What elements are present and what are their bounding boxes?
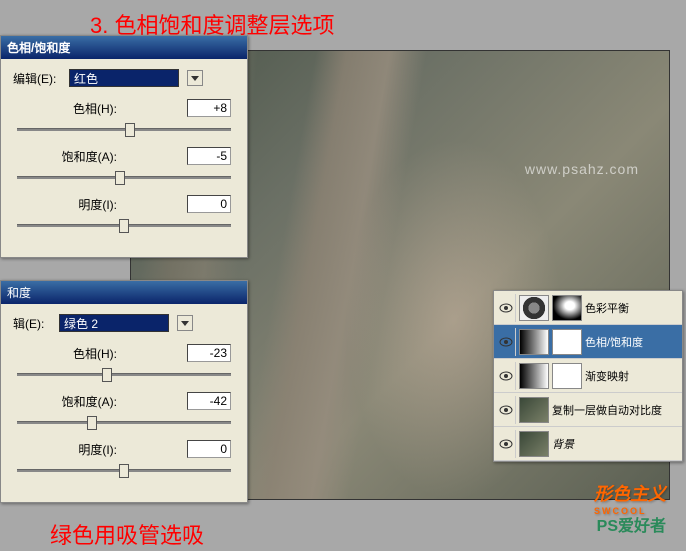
- saturation-input[interactable]: [187, 392, 231, 410]
- layer-thumbnail: [519, 329, 549, 355]
- dialog-title-partial: 和度: [1, 281, 247, 304]
- layer-row[interactable]: 色彩平衡: [494, 291, 682, 325]
- layer-thumbnail: [519, 363, 549, 389]
- hue-sat-dialog-green: 和度 辑(E): 绿色 2 色相(H): 饱和度(A): 明度(I):: [0, 280, 248, 503]
- chevron-down-icon[interactable]: [187, 70, 203, 86]
- lightness-input[interactable]: [187, 440, 231, 458]
- mask-thumbnail: [552, 295, 582, 321]
- channel-select[interactable]: 红色: [69, 69, 179, 87]
- mask-thumbnail: [552, 329, 582, 355]
- channel-select[interactable]: 绿色 2: [59, 314, 169, 332]
- watermark-site: PS爱好者: [597, 512, 666, 536]
- visibility-icon[interactable]: [496, 396, 516, 424]
- lightness-label: 明度(I):: [17, 196, 117, 213]
- hue-input[interactable]: [187, 99, 231, 117]
- saturation-label: 饱和度(A):: [17, 148, 117, 165]
- saturation-slider[interactable]: [17, 169, 231, 185]
- lightness-slider[interactable]: [17, 462, 231, 478]
- watermark-url: www.psahz.com: [525, 161, 639, 177]
- layer-name: 色彩平衡: [585, 300, 680, 316]
- lightness-label: 明度(I):: [17, 441, 117, 458]
- layer-name: 背景: [552, 436, 680, 452]
- edit-label: 编辑(E):: [13, 70, 63, 87]
- hue-slider[interactable]: [17, 366, 231, 382]
- layer-name: 复制一层做自动对比度: [552, 402, 680, 418]
- watermark-brand: 形色主义 SWCOOL: [594, 480, 666, 516]
- dialog-title: 色相/饱和度: [1, 36, 247, 59]
- lightness-slider[interactable]: [17, 217, 231, 233]
- hue-label: 色相(H):: [17, 100, 117, 117]
- saturation-input[interactable]: [187, 147, 231, 165]
- layer-row[interactable]: 色相/饱和度: [494, 325, 682, 359]
- hue-slider[interactable]: [17, 121, 231, 137]
- chevron-down-icon[interactable]: [177, 315, 193, 331]
- layer-name: 渐变映射: [585, 368, 680, 384]
- layer-thumbnail: [519, 397, 549, 423]
- layer-thumbnail: [519, 431, 549, 457]
- hue-sat-dialog-red: 色相/饱和度 编辑(E): 红色 色相(H): 饱和度(A): 明度(I):: [0, 35, 248, 258]
- layer-row[interactable]: 复制一层做自动对比度: [494, 393, 682, 427]
- hue-input[interactable]: [187, 344, 231, 362]
- annotation-bottom: 绿色用吸管选吸: [50, 518, 204, 550]
- visibility-icon[interactable]: [496, 430, 516, 458]
- saturation-slider[interactable]: [17, 414, 231, 430]
- layer-row[interactable]: 渐变映射: [494, 359, 682, 393]
- layer-name: 色相/饱和度: [585, 334, 680, 350]
- visibility-icon[interactable]: [496, 362, 516, 390]
- hue-label: 色相(H):: [17, 345, 117, 362]
- edit-label: 辑(E):: [13, 315, 53, 332]
- layers-panel: 色彩平衡 色相/饱和度 渐变映射 复制一层做自动对比度 背景: [493, 290, 683, 462]
- layer-row[interactable]: 背景: [494, 427, 682, 461]
- visibility-icon[interactable]: [496, 328, 516, 356]
- layer-thumbnail: [519, 295, 549, 321]
- lightness-input[interactable]: [187, 195, 231, 213]
- visibility-icon[interactable]: [496, 294, 516, 322]
- saturation-label: 饱和度(A):: [17, 393, 117, 410]
- mask-thumbnail: [552, 363, 582, 389]
